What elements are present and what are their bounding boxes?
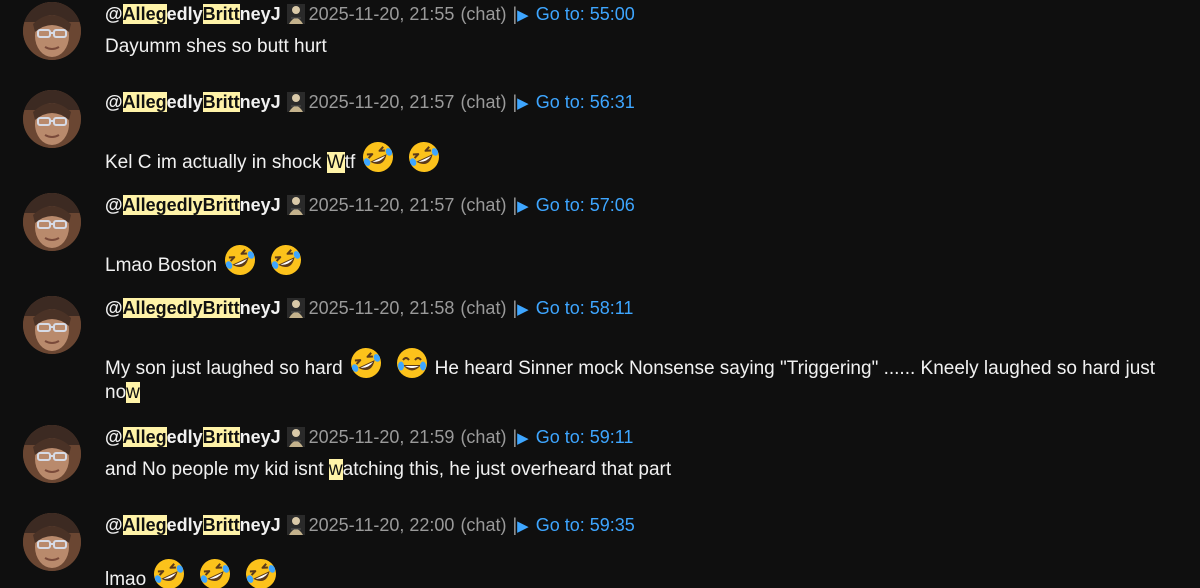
message-meta: @AllegedlyBrittneyJ 2025-11-20, 21:58 (cha… <box>105 296 633 320</box>
member-badge-icon <box>287 92 305 112</box>
goto-timestamp-link[interactable]: ▶ Go to: 59:35 <box>517 515 635 535</box>
avatar[interactable] <box>23 2 81 60</box>
message-meta: @AllegedlyBrittneyJ 2025-11-20, 21:55 (cha… <box>105 2 635 26</box>
goto-timestamp-link[interactable]: ▶ Go to: 55:00 <box>517 4 635 24</box>
message-text: lmao <box>105 557 1195 588</box>
timestamp: 2025-11-20, 21:59 <box>308 427 455 447</box>
member-badge-icon <box>287 4 305 24</box>
message-text: Dayumm shes so butt hurt <box>105 36 327 57</box>
avatar[interactable] <box>23 193 81 251</box>
member-badge-icon <box>287 515 305 535</box>
rofl-emoji-icon <box>349 346 383 380</box>
username-link[interactable]: @AllegedlyBrittneyJ <box>105 4 281 24</box>
avatar[interactable] <box>23 296 81 354</box>
username-link[interactable]: @AllegedlyBrittneyJ <box>105 427 281 447</box>
message-text: Kel C im actually in shock Wtf <box>105 140 1195 175</box>
source-label: (chat) <box>460 4 507 24</box>
play-icon: ▶ <box>517 7 529 24</box>
member-badge-icon <box>287 427 305 447</box>
message-text: and No people my kid isnt watching this,… <box>105 459 672 480</box>
timestamp: 2025-11-20, 21:58 <box>308 298 455 318</box>
rofl-emoji-icon <box>223 243 257 277</box>
message-text: My son just laughed so hard He heard Sinn… <box>105 346 1195 405</box>
avatar[interactable] <box>23 513 81 571</box>
message-meta: @AllegedlyBrittneyJ 2025-11-20, 22:00 (cha… <box>105 513 635 537</box>
avatar[interactable] <box>23 90 81 148</box>
goto-timestamp-link[interactable]: ▶ Go to: 59:11 <box>517 427 633 447</box>
source-label: (chat) <box>460 515 507 535</box>
username-link[interactable]: @AllegedlyBrittneyJ <box>105 515 281 535</box>
rofl-emoji-icon <box>244 557 278 588</box>
rofl-emoji-icon <box>152 557 186 588</box>
timestamp: 2025-11-20, 21:57 <box>308 195 455 215</box>
username-link[interactable]: @AllegedlyBrittneyJ <box>105 298 281 318</box>
source-label: (chat) <box>460 92 507 112</box>
source-label: (chat) <box>460 195 507 215</box>
goto-timestamp-link[interactable]: ▶ Go to: 56:31 <box>517 92 635 112</box>
avatar[interactable] <box>23 425 81 483</box>
username-link[interactable]: @AllegedlyBrittneyJ <box>105 195 281 215</box>
message-meta: @AllegedlyBrittneyJ 2025-11-20, 21:57 (cha… <box>105 90 635 114</box>
play-icon: ▶ <box>517 95 529 112</box>
play-icon: ▶ <box>517 518 529 535</box>
timestamp: 2025-11-20, 21:57 <box>308 92 455 112</box>
message-meta: @AllegedlyBrittneyJ 2025-11-20, 21:57 (cha… <box>105 193 635 217</box>
rofl-emoji-icon <box>361 140 395 174</box>
member-badge-icon <box>287 195 305 215</box>
rofl-emoji-icon <box>198 557 232 588</box>
rofl-emoji-icon <box>407 140 441 174</box>
message-meta: @AllegedlyBrittneyJ 2025-11-20, 21:59 (cha… <box>105 425 633 449</box>
play-icon: ▶ <box>517 198 529 215</box>
rofl-emoji-icon <box>269 243 303 277</box>
play-icon: ▶ <box>517 430 529 447</box>
goto-timestamp-link[interactable]: ▶ Go to: 57:06 <box>517 195 635 215</box>
member-badge-icon <box>287 298 305 318</box>
source-label: (chat) <box>460 298 507 318</box>
joy-emoji-icon <box>395 346 429 380</box>
play-icon: ▶ <box>517 301 529 318</box>
goto-timestamp-link[interactable]: ▶ Go to: 58:11 <box>517 298 633 318</box>
username-link[interactable]: @AllegedlyBrittneyJ <box>105 92 281 112</box>
timestamp: 2025-11-20, 21:55 <box>308 4 455 24</box>
timestamp: 2025-11-20, 22:00 <box>308 515 455 535</box>
message-text: Lmao Boston <box>105 243 1195 278</box>
source-label: (chat) <box>460 427 507 447</box>
